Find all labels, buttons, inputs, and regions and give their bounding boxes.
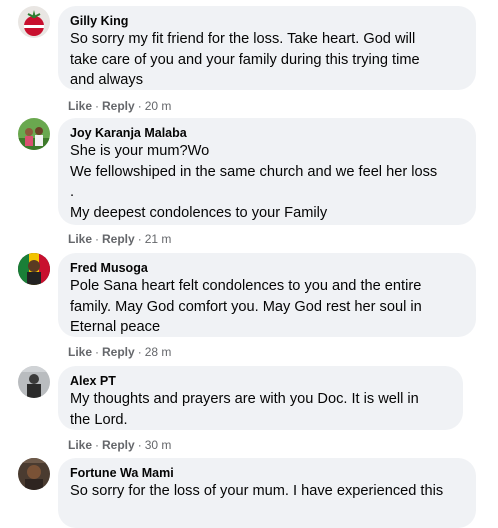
separator: · xyxy=(137,345,142,359)
comment-timestamp[interactable]: 28 m xyxy=(145,345,172,359)
like-button[interactable]: Like xyxy=(68,438,92,452)
avatar-image xyxy=(18,253,50,285)
comment-timestamp[interactable]: 20 m xyxy=(145,99,172,113)
comment-timestamp[interactable]: 30 m xyxy=(145,438,172,452)
reply-button[interactable]: Reply xyxy=(102,99,135,113)
comment-text: Pole Sana heart felt condolences to you … xyxy=(70,278,422,335)
comment-text: So sorry my fit friend for the loss. Tak… xyxy=(70,31,420,88)
comment-actions: Like · Reply · 20 m xyxy=(68,98,171,114)
separator: · xyxy=(137,99,142,113)
commenter-name[interactable]: Joy Karanja Malaba xyxy=(70,125,464,141)
avatar[interactable] xyxy=(18,118,50,150)
avatar-image xyxy=(18,6,50,38)
comment-actions: Like · Reply · 21 m xyxy=(68,231,171,247)
comment-actions: Like · Reply · 28 m xyxy=(68,344,171,360)
comment-bubble: Fred Musoga Pole Sana heart felt condole… xyxy=(58,253,476,337)
separator: · xyxy=(95,99,100,113)
avatar[interactable] xyxy=(18,6,50,38)
avatar[interactable] xyxy=(18,458,50,490)
separator: · xyxy=(95,232,100,246)
like-button[interactable]: Like xyxy=(68,345,92,359)
comment-bubble: Joy Karanja Malaba She is your mum?Wo We… xyxy=(58,118,476,225)
avatar[interactable] xyxy=(18,253,50,285)
avatar-image xyxy=(18,458,50,490)
commenter-name[interactable]: Fortune Wa Mami xyxy=(70,465,464,481)
comment-text: She is your mum?Wo We fellowshiped in th… xyxy=(70,143,438,221)
comment-text: My thoughts and prayers are with you Doc… xyxy=(70,391,419,428)
reply-button[interactable]: Reply xyxy=(102,232,135,246)
avatar-image xyxy=(18,366,50,398)
like-button[interactable]: Like xyxy=(68,99,92,113)
comment-bubble: Fortune Wa Mami So sorry for the loss of… xyxy=(58,458,476,528)
comment-bubble: Gilly King So sorry my fit friend for th… xyxy=(58,6,476,90)
separator: · xyxy=(95,345,100,359)
comment-text: So sorry for the loss of your mum. I hav… xyxy=(70,483,444,499)
comment-actions: Like · Reply · 30 m xyxy=(68,437,171,453)
commenter-name[interactable]: Fred Musoga xyxy=(70,260,464,276)
avatar[interactable] xyxy=(18,366,50,398)
reply-button[interactable]: Reply xyxy=(102,438,135,452)
separator: · xyxy=(95,438,100,452)
commenter-name[interactable]: Alex PT xyxy=(70,373,451,389)
separator: · xyxy=(137,232,142,246)
commenter-name[interactable]: Gilly King xyxy=(70,13,464,29)
like-button[interactable]: Like xyxy=(68,232,92,246)
avatar-image xyxy=(18,118,50,150)
comment-bubble: Alex PT My thoughts and prayers are with… xyxy=(58,366,463,430)
comment-timestamp[interactable]: 21 m xyxy=(145,232,172,246)
separator: · xyxy=(137,438,142,452)
reply-button[interactable]: Reply xyxy=(102,345,135,359)
